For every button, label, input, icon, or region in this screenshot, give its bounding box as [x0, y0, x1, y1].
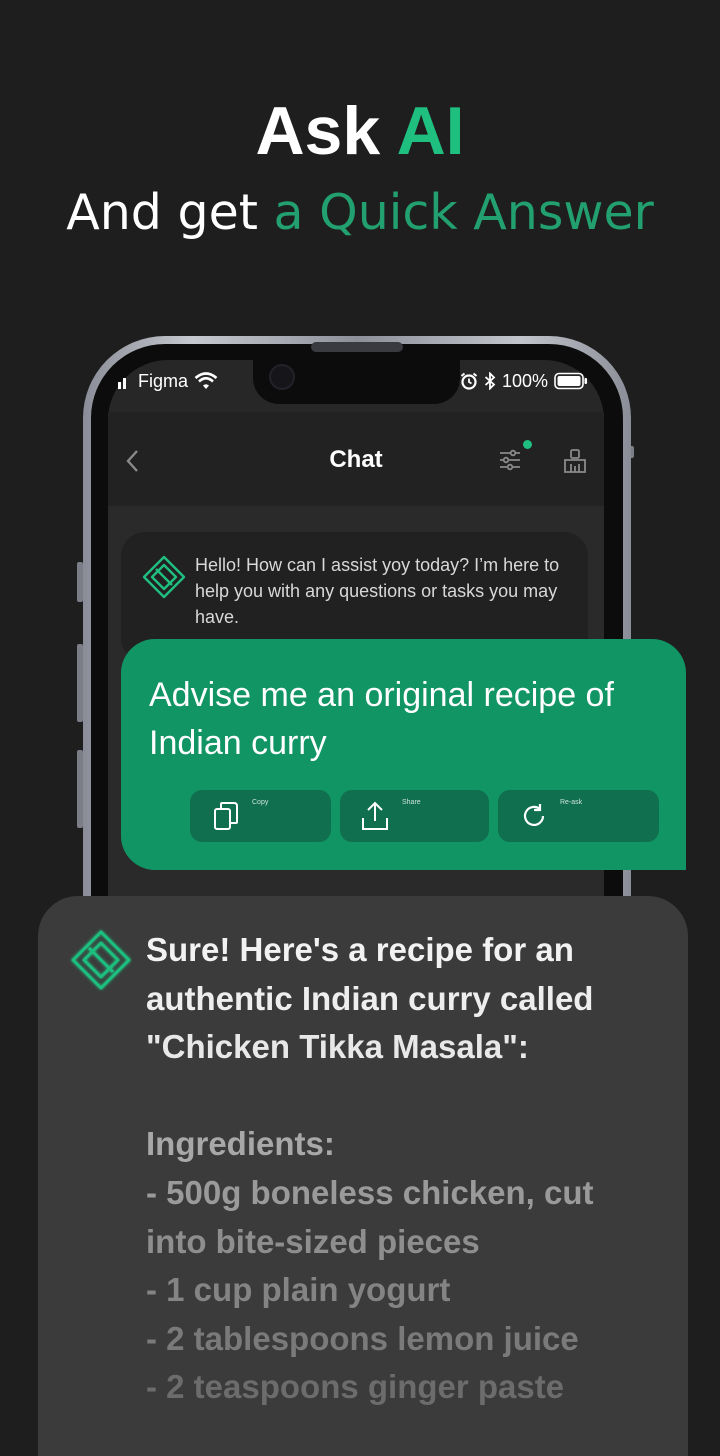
wifi-icon — [194, 372, 218, 389]
broom-icon[interactable] — [563, 448, 587, 474]
battery-percentage: 100% — [502, 370, 549, 391]
ai-response-line: - 2 tablespoons lemon juice — [146, 1319, 579, 1357]
sliders-icon[interactable] — [498, 448, 522, 472]
phone-speaker — [311, 342, 403, 352]
alarm-icon — [460, 372, 478, 390]
bot-greeting-text: Hello! How can I assist yoy today? I’m h… — [195, 555, 560, 627]
ai-response-line: Ingredients: — [146, 1125, 335, 1163]
share-label: Share — [402, 799, 421, 806]
headline-accent: AI — [396, 93, 465, 169]
subheadline: And get a Quick Answer — [0, 184, 720, 241]
signal-icon — [118, 378, 126, 389]
ai-response-text: Sure! Here's a recipe for an authentic In… — [146, 926, 666, 1412]
front-camera — [269, 364, 295, 390]
ai-response-line: - 500g boneless chicken, cut — [146, 1173, 594, 1211]
status-left: Figma — [118, 370, 218, 392]
user-message-bubble: Advise me an original recipe of Indian c… — [121, 639, 686, 870]
ai-response-line — [146, 1072, 666, 1121]
copy-button[interactable]: Copy — [190, 790, 331, 842]
headline-prefix: Ask — [255, 93, 397, 169]
status-right: 100% — [460, 370, 588, 392]
user-message-text: Advise me an original recipe of Indian c… — [149, 676, 614, 762]
refresh-icon — [523, 804, 545, 827]
share-button[interactable]: Share — [340, 790, 489, 842]
ai-response-line: into bite-sized pieces — [146, 1222, 480, 1260]
bluetooth-icon — [484, 372, 496, 390]
battery-icon — [554, 372, 588, 390]
ai-response-card: Sure! Here's a recipe for an authentic In… — [38, 896, 688, 1456]
copy-label: Copy — [252, 799, 269, 806]
share-icon — [362, 801, 388, 830]
reask-label: Re-ask — [560, 799, 583, 806]
ai-response-line: "Chicken Tikka Masala": — [146, 1028, 529, 1066]
ai-response-line: authentic Indian curry called — [146, 979, 594, 1017]
ai-response-line: Sure! Here's a recipe for an — [146, 931, 574, 968]
copy-icon — [214, 802, 238, 830]
ai-response-line: - 1 cup plain yogurt — [146, 1271, 451, 1309]
subheadline-prefix: And get — [66, 184, 274, 241]
carrier-name: Figma — [138, 370, 189, 391]
ai-logo-icon — [71, 930, 131, 990]
chat-title: Chat — [329, 446, 383, 473]
headline: Ask AI — [0, 92, 720, 170]
reask-button[interactable]: Re-ask — [498, 790, 659, 842]
notification-dot — [523, 440, 532, 449]
ai-response-line: - 2 teaspoons ginger paste — [146, 1368, 565, 1406]
subheadline-accent: a Quick Answer — [273, 184, 654, 241]
bot-logo-icon — [142, 555, 186, 599]
chat-header: Chat — [108, 412, 604, 506]
